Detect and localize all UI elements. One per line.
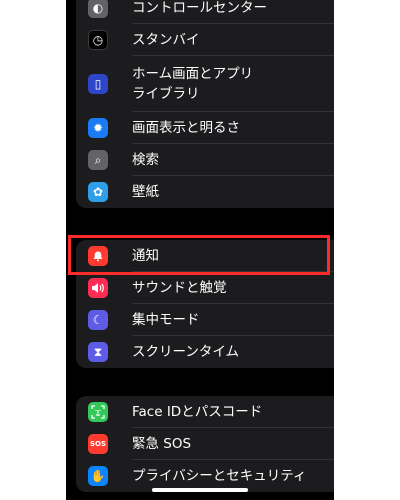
item-label: 緊急 SOS <box>132 436 192 452</box>
face-id-icon <box>88 402 108 422</box>
sun-icon: ✹ <box>88 118 108 138</box>
search-icon: ⌕ <box>88 150 108 170</box>
settings-item-face-id[interactable]: Face IDとパスコード › <box>76 396 334 428</box>
phone-icon: ▯ <box>88 74 108 94</box>
moon-icon: ☾ <box>88 310 108 330</box>
toggle-icon: ◐ <box>88 0 108 18</box>
item-label: コントロールセンター <box>132 0 267 16</box>
item-label: プライバシーとセキュリティ <box>132 468 307 484</box>
item-label: 通知 <box>132 248 159 264</box>
bell-icon <box>88 246 108 266</box>
settings-item-display[interactable]: ✹ 画面表示と明るさ › <box>76 112 334 144</box>
settings-group-general: ◐ コントロールセンター › ◷ スタンバイ › ▯ ホーム画面とアプリ ライブ… <box>76 0 334 208</box>
flower-icon: ✿ <box>88 182 108 202</box>
home-indicator[interactable] <box>152 488 248 492</box>
settings-item-control-center[interactable]: ◐ コントロールセンター › <box>76 0 334 24</box>
settings-group-notifications: 通知 › サウンドと触覚 › ☾ 集中モード › ⧗ スクリーンタイム › <box>76 240 334 368</box>
settings-item-screen-time[interactable]: ⧗ スクリーンタイム › <box>76 336 334 368</box>
settings-item-standby[interactable]: ◷ スタンバイ › <box>76 24 334 56</box>
clock-icon: ◷ <box>88 30 108 50</box>
settings-item-home-screen[interactable]: ▯ ホーム画面とアプリ ライブラリ › <box>76 56 334 112</box>
item-label: 壁紙 <box>132 184 159 200</box>
item-label: スタンバイ <box>132 32 200 48</box>
settings-item-focus[interactable]: ☾ 集中モード › <box>76 304 334 336</box>
item-label-line2: ライブラリ <box>132 86 200 102</box>
sos-icon: SOS <box>88 434 108 454</box>
settings-item-wallpaper[interactable]: ✿ 壁紙 › <box>76 176 334 208</box>
settings-group-security: Face IDとパスコード › SOS 緊急 SOS › ✋ プライバシーとセキ… <box>76 396 334 492</box>
item-label: Face IDとパスコード <box>132 404 263 420</box>
item-label: スクリーンタイム <box>132 344 240 360</box>
settings-item-emergency-sos[interactable]: SOS 緊急 SOS › <box>76 428 334 460</box>
item-label: 検索 <box>132 152 159 168</box>
item-label: 画面表示と明るさ <box>132 120 240 136</box>
settings-item-search[interactable]: ⌕ 検索 › <box>76 144 334 176</box>
item-label: 集中モード <box>132 312 200 328</box>
settings-screen: ◐ コントロールセンター › ◷ スタンバイ › ▯ ホーム画面とアプリ ライブ… <box>66 0 334 500</box>
item-label: ホーム画面とアプリ <box>132 66 254 82</box>
settings-item-sounds[interactable]: サウンドと触覚 › <box>76 272 334 304</box>
speaker-icon <box>88 278 108 298</box>
hand-icon: ✋ <box>88 466 108 486</box>
item-label: サウンドと触覚 <box>132 280 227 296</box>
settings-item-notifications[interactable]: 通知 › <box>76 240 334 272</box>
hourglass-icon: ⧗ <box>88 342 108 362</box>
